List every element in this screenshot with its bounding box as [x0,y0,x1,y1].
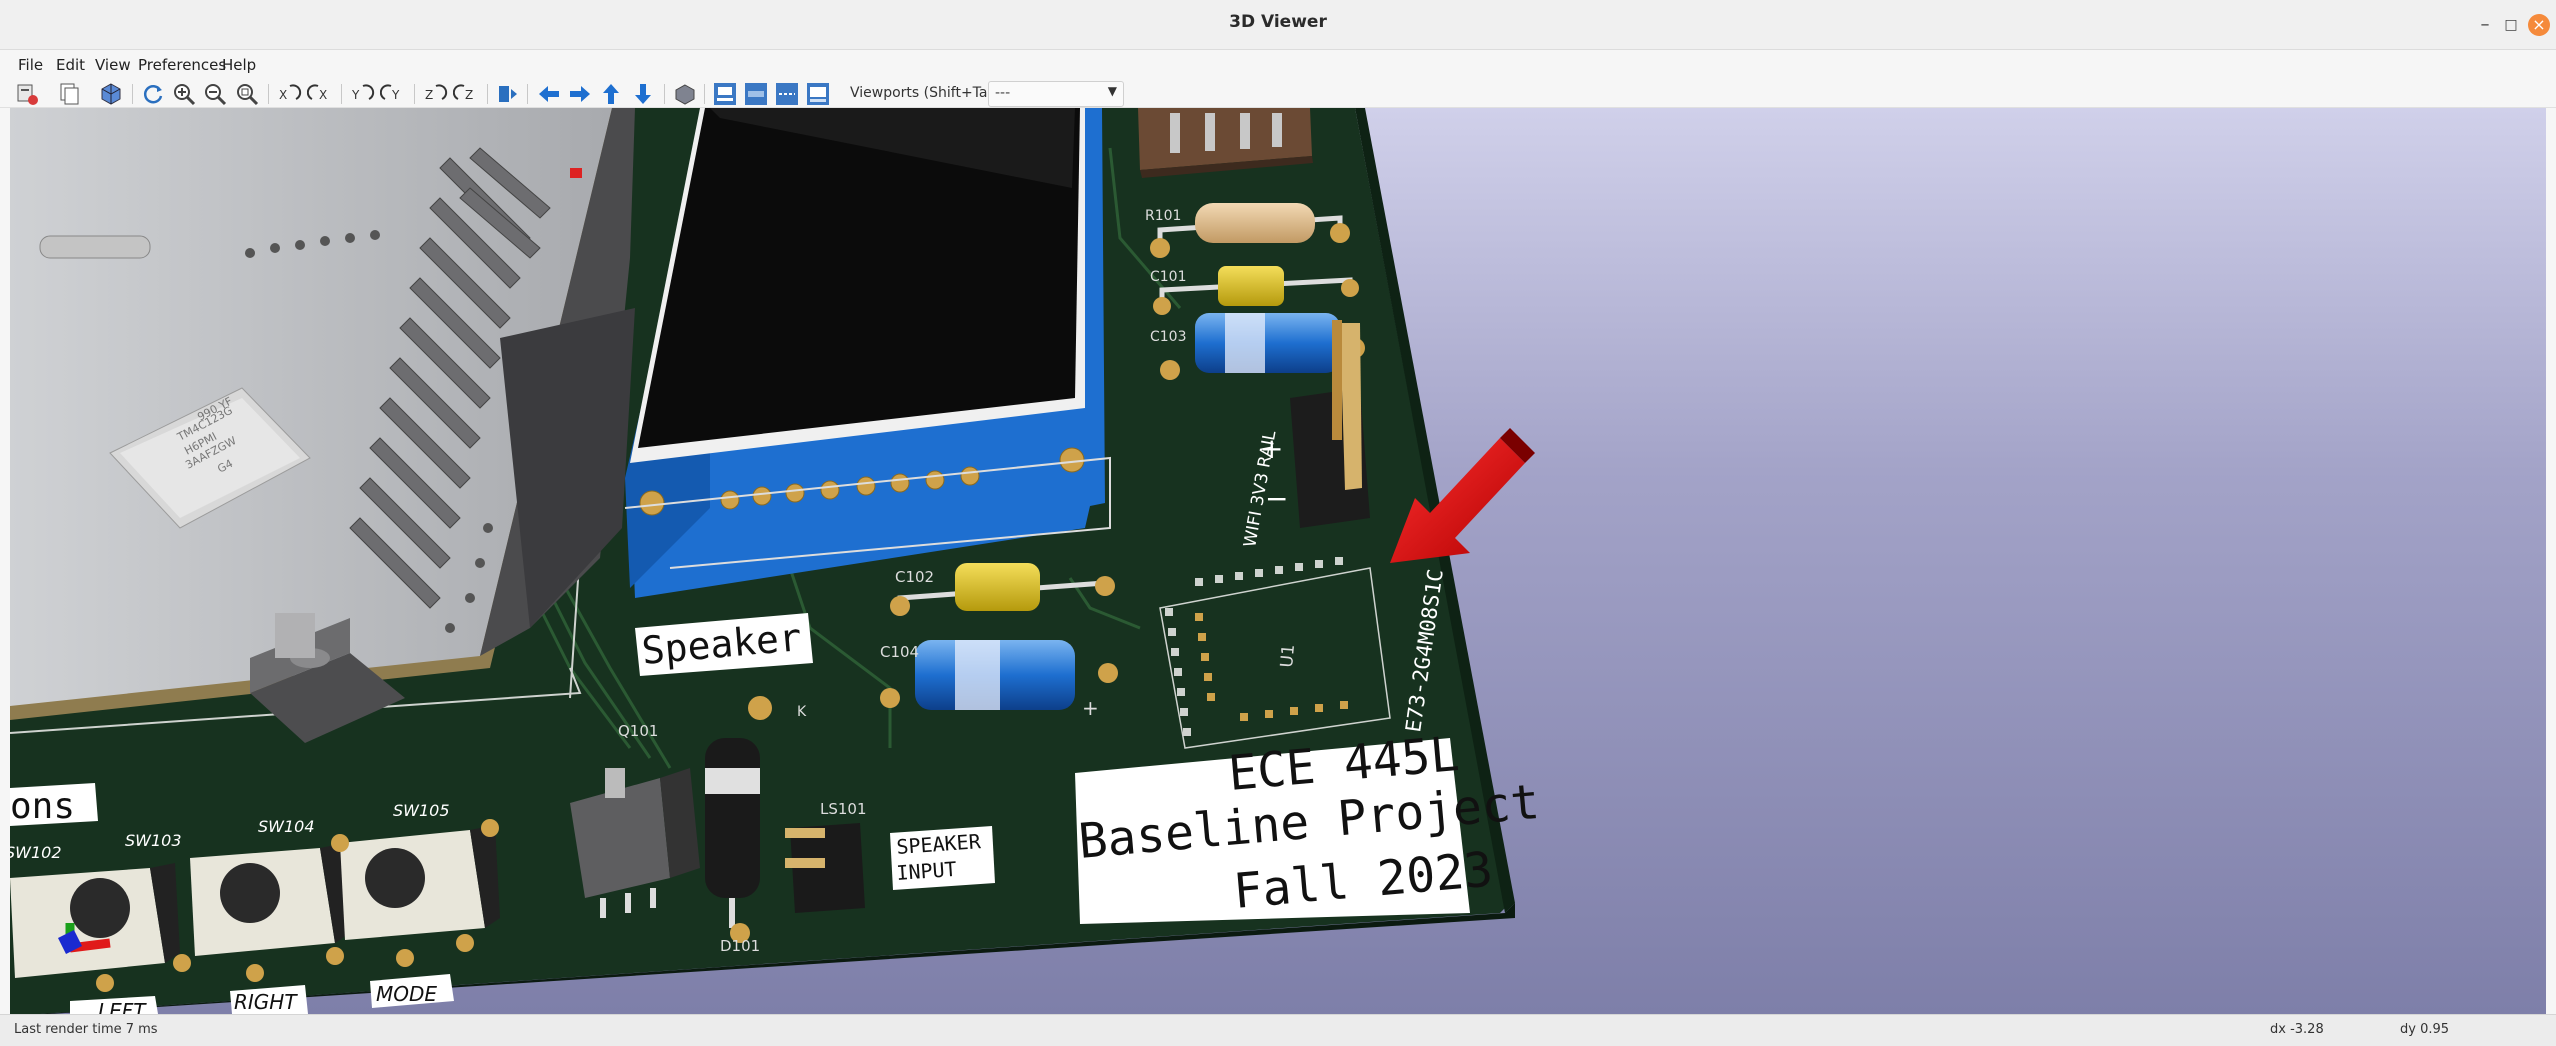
move-down-icon[interactable] [630,81,656,107]
svg-text:Z: Z [425,88,433,102]
switch-sw103 [10,863,180,978]
refdes-c103: C103 [1150,329,1187,345]
render-time-text: Last render time 7 ms [14,1022,158,1037]
maximize-button[interactable]: □ [2498,12,2524,38]
export-image-icon[interactable] [14,81,40,107]
copy-icon[interactable] [56,81,82,107]
menu-bar: File Edit View Preferences Help [0,50,2556,80]
speaker-input-line-2: INPUT [896,857,958,885]
render-board-icon[interactable] [743,81,769,107]
svg-text:Y: Y [391,88,400,102]
reload-icon[interactable] [140,81,166,107]
svg-text:X: X [319,88,327,102]
dy-readout: dy 0.95 [2400,1022,2450,1037]
switch-sw104 [190,843,350,956]
refdes-q101: Q101 [618,722,658,740]
refdes-ls101: LS101 [820,800,867,818]
refdes-c102: C102 [895,568,934,586]
move-right-icon[interactable] [567,81,593,107]
refdes-r101: R101 [1145,208,1181,224]
viewports-select[interactable]: --- ▼ [988,81,1124,107]
window-title: 3D Viewer [1229,12,1327,32]
toolbar: X X Y Y Z Z Viewports (Shift+Tab): --- ▼ [0,80,2556,108]
ortho-toggle-icon[interactable] [672,81,698,107]
menu-file[interactable]: File [18,56,43,74]
3d-canvas[interactable]: 990 YF TM4C123G H6PMI 3AAFZGW G4 R101 C1… [10,108,2546,1014]
title-bar: 3D Viewer – □ × [0,0,2556,50]
c104-plus: + [1082,696,1099,720]
rotate-y-ccw-icon[interactable]: Y [379,81,406,107]
refdes-sw105: SW105 [393,801,450,820]
refdes-k: K [797,704,807,720]
close-button[interactable]: × [2528,14,2550,36]
viewports-value: --- [995,85,1011,101]
pcb-scene[interactable]: 990 YF TM4C123G H6PMI 3AAFZGW G4 R101 C1… [10,108,2546,1014]
move-left-icon[interactable] [536,81,562,107]
dx-readout: dx -3.28 [2270,1022,2324,1037]
minimize-button[interactable]: – [2472,12,2498,38]
caption-left: LEFT [98,999,147,1014]
menu-help[interactable]: Help [222,56,256,74]
menu-view[interactable]: View [95,56,131,74]
3d-box-icon[interactable] [98,81,124,107]
rotate-y-cw-icon[interactable]: Y [349,81,375,107]
status-bar: Last render time 7 ms dx -3.28 dy 0.95 [0,1014,2556,1046]
viewports-label: Viewports (Shift+Tab): [850,85,1007,101]
switch-sw105 [340,825,500,940]
svg-text:X: X [279,88,287,102]
svg-text:Z: Z [465,88,473,102]
caption-mode: MODE [376,982,437,1006]
refdes-c104: C104 [880,643,919,661]
rotate-x-cw-icon[interactable]: X [276,81,302,107]
refdes-sw104: SW104 [258,817,315,836]
module-ref-u1: U1 [1277,644,1299,669]
rotate-z-ccw-icon[interactable]: Z [452,81,479,107]
refdes-sw102: SW102 [10,843,62,862]
move-up-icon[interactable] [598,81,624,107]
svg-text:Y: Y [351,88,360,102]
refdes-d101: D101 [720,937,760,955]
zoom-in-icon[interactable] [171,81,197,107]
rotate-z-cw-icon[interactable]: Z [422,81,448,107]
menu-edit[interactable]: Edit [56,56,85,74]
viewer-window: 3D Viewer – □ × File Edit View Preferenc… [0,0,2556,1046]
zoom-out-icon[interactable] [202,81,228,107]
flip-board-icon[interactable] [495,81,521,107]
render-silkscreen-icon[interactable] [774,81,800,107]
render-raytrace-icon[interactable] [712,81,738,107]
render-3d-models-icon[interactable] [805,81,831,107]
caption-right: RIGHT [234,990,298,1014]
zoom-fit-icon[interactable] [234,81,260,107]
rotate-x-ccw-icon[interactable]: X [306,81,333,107]
chevron-down-icon: ▼ [1107,84,1117,98]
buttons-fragment: ons [10,786,75,827]
lcd-module [624,108,1111,598]
refdes-sw103: SW103 [125,831,182,850]
menu-preferences[interactable]: Preferences [138,56,226,74]
speaker-input-box: SPEAKER INPUT [890,826,995,890]
refdes-c101: C101 [1150,269,1187,285]
